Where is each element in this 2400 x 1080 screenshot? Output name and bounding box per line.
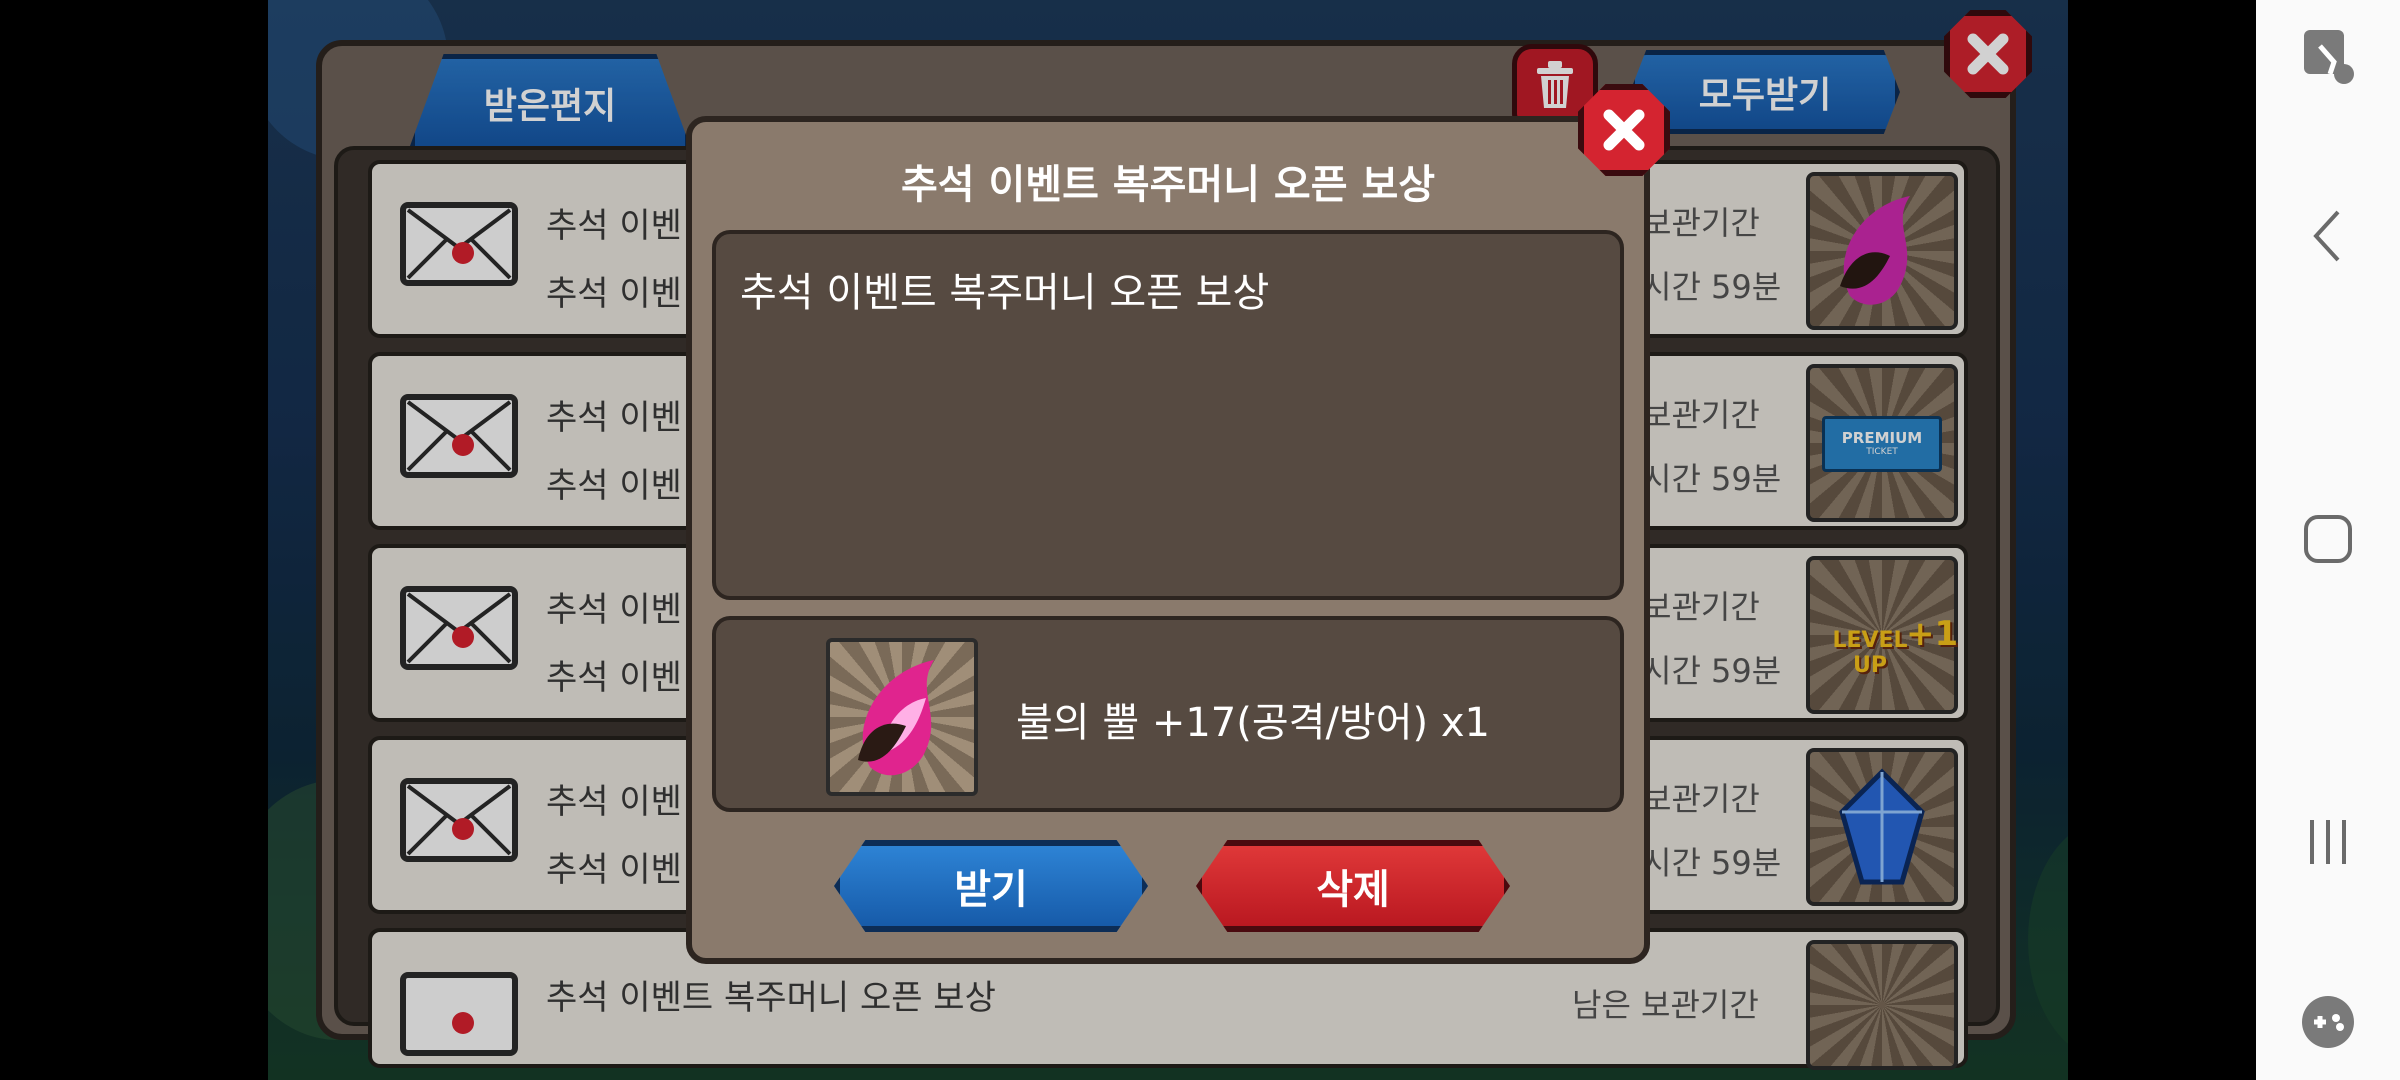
reward-item-label: 불의 뿔 +17(공격/방어) x1	[1016, 700, 1490, 746]
dialog-close-button[interactable]	[1578, 84, 1670, 176]
game-tools-icon[interactable]	[2292, 986, 2364, 1058]
receive-button[interactable]: 받기	[834, 840, 1148, 932]
close-icon	[1603, 109, 1645, 151]
screen-touch-lock-icon[interactable]	[2292, 20, 2364, 92]
system-navigation-bar	[2256, 0, 2400, 1080]
fire-horn-item-icon	[826, 638, 978, 796]
delete-button[interactable]: 삭제	[1196, 840, 1510, 932]
home-icon[interactable]	[2292, 503, 2364, 575]
mail-detail-dialog: 추석 이벤트 복주머니 오픈 보상 추석 이벤트 복주머니 오픈 보상 불의 뿔…	[686, 116, 1650, 964]
reward-item-box: 불의 뿔 +17(공격/방어) x1	[712, 616, 1624, 812]
back-icon[interactable]	[2292, 200, 2364, 272]
recent-apps-icon[interactable]	[2292, 806, 2364, 878]
dialog-message-box: 추석 이벤트 복주머니 오픈 보상	[712, 230, 1624, 600]
dialog-title: 추석 이벤트 복주머니 오픈 보상	[900, 162, 1436, 208]
dialog-message: 추석 이벤트 복주머니 오픈 보상	[740, 270, 1270, 316]
